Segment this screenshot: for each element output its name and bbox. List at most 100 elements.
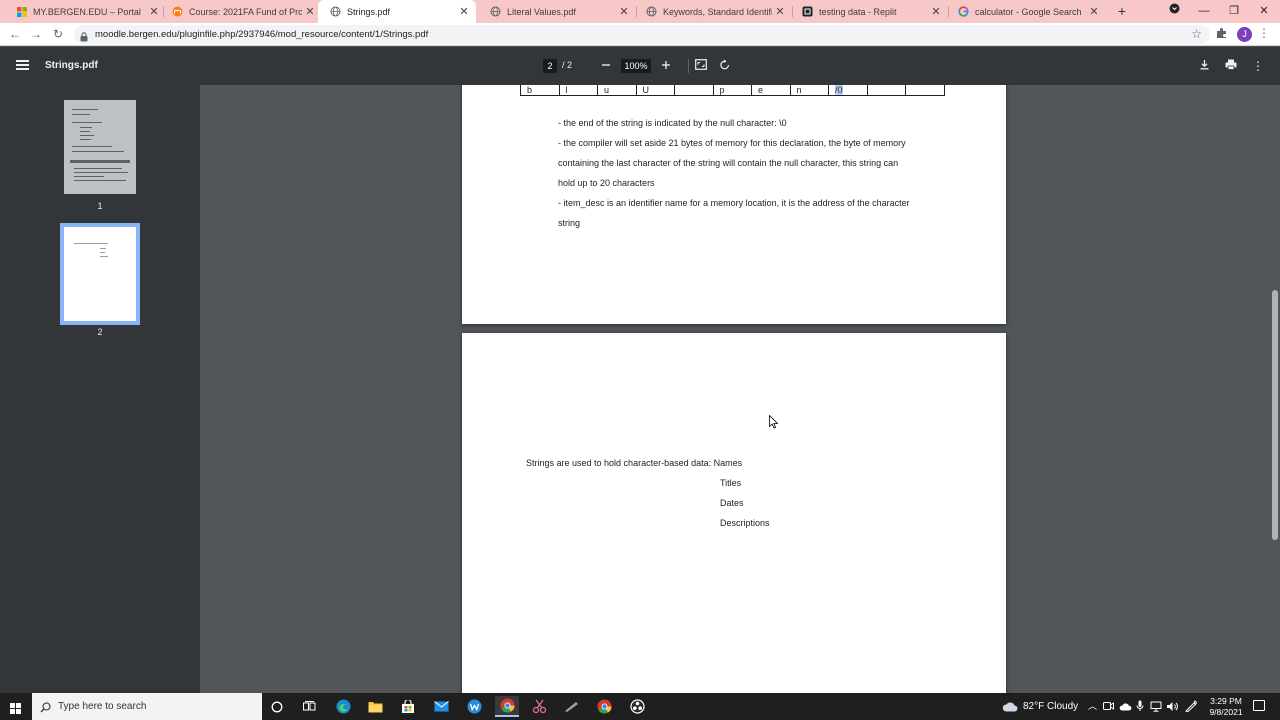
start-button[interactable]	[10, 701, 21, 714]
vertical-scrollbar[interactable]	[1270, 85, 1280, 693]
webex-icon	[467, 699, 481, 714]
scrollbar-thumb[interactable]	[1272, 290, 1278, 540]
plus-icon	[662, 61, 670, 69]
tab-search-button[interactable]	[1158, 0, 1190, 23]
restore-button[interactable]: ❐	[1218, 0, 1250, 23]
webex-app[interactable]	[462, 696, 486, 717]
pen-tool-icon	[564, 702, 578, 712]
table-cell: U	[635, 85, 675, 96]
fit-page-button[interactable]	[694, 59, 708, 73]
close-icon[interactable]: ✕	[456, 5, 472, 18]
tab-portal[interactable]: MY.BERGEN.EDU – Portal ✕	[4, 0, 166, 23]
tab-title: Literal Values.pdf	[507, 6, 576, 17]
task-view-button[interactable]	[297, 696, 321, 717]
thumbnail-label: 2	[97, 327, 103, 337]
weather-widget[interactable]: 82°F Cloudy	[1002, 693, 1078, 720]
extensions-icon[interactable]	[1216, 27, 1228, 42]
tab-title: Course: 2021FA Fund of Program	[189, 6, 302, 17]
close-icon[interactable]: ✕	[302, 5, 318, 18]
omnibox[interactable]: moodle.bergen.edu/pluginfile.php/2937946…	[74, 25, 1210, 44]
rotate-icon	[720, 59, 730, 70]
document-viewer[interactable]: b l u U p e n /0 - the end of the string…	[200, 85, 1270, 693]
chrome-app-2[interactable]	[592, 696, 616, 717]
volume-icon[interactable]	[1166, 693, 1179, 720]
print-button[interactable]	[1224, 59, 1238, 73]
tool-app[interactable]	[559, 696, 583, 717]
more-actions-icon[interactable]: ⋮	[1251, 59, 1265, 73]
pdf-page-1: b l u U p e n /0 - the end of the string…	[462, 85, 1006, 324]
close-window-button[interactable]: ✕	[1248, 0, 1280, 23]
chrome-app-active[interactable]	[495, 696, 519, 717]
zoom-in-button[interactable]	[659, 59, 673, 73]
scissors-icon	[532, 699, 546, 714]
tab-literal-values[interactable]: Literal Values.pdf ✕	[478, 0, 636, 23]
document-title: Strings.pdf	[45, 60, 98, 71]
system-clock[interactable]: 3:29 PM 9/8/2021	[1200, 696, 1252, 718]
tab-title: Strings.pdf	[347, 6, 391, 17]
screen: MY.BERGEN.EDU – Portal ✕ Course: 2021FA …	[0, 0, 1280, 720]
tab-course[interactable]: Course: 2021FA Fund of Program ✕	[160, 0, 322, 23]
back-button[interactable]: ←	[8, 27, 22, 41]
tab-replit[interactable]: testing data - Replit ✕	[790, 0, 948, 23]
taskbar-search[interactable]: Type here to search	[32, 693, 262, 720]
page-thumbnail-2[interactable]	[60, 223, 140, 325]
file-explorer-app[interactable]	[363, 696, 387, 717]
windows-logo-icon	[10, 703, 21, 714]
snip-app[interactable]	[527, 696, 551, 717]
table-cell	[674, 85, 714, 96]
thumbnail-label: 1	[97, 201, 103, 211]
microphone-icon[interactable]	[1136, 693, 1144, 720]
obs-app[interactable]	[625, 696, 649, 717]
close-icon[interactable]: ✕	[772, 5, 788, 18]
table-cell: e	[751, 85, 791, 96]
forward-button[interactable]: →	[29, 27, 43, 41]
page-thumbnail-1[interactable]	[64, 100, 136, 194]
url-text: moodle.bergen.edu/pluginfile.php/2937946…	[95, 29, 429, 40]
tab-strings-pdf[interactable]: Strings.pdf ✕	[318, 0, 476, 23]
edge-app[interactable]	[331, 696, 355, 717]
print-icon	[1225, 59, 1237, 70]
folder-icon	[368, 702, 382, 713]
new-tab-button[interactable]: +	[1114, 3, 1130, 19]
store-app[interactable]	[396, 696, 420, 717]
show-hidden-icons[interactable]: ︿	[1088, 693, 1097, 720]
close-icon[interactable]: ✕	[616, 5, 632, 18]
reload-button[interactable]: ↻	[51, 27, 65, 41]
zoom-level-input[interactable]: 100%	[621, 59, 651, 73]
download-button[interactable]	[1197, 59, 1211, 73]
chrome-icon	[500, 698, 514, 713]
page-number-input[interactable]: 2	[543, 59, 557, 73]
pen-workspace-icon[interactable]	[1185, 693, 1198, 720]
chrome-icon	[597, 699, 611, 714]
zoom-out-button[interactable]	[599, 59, 613, 73]
menu-icon[interactable]	[16, 60, 29, 70]
tab-google-search[interactable]: calculator - Google Search ✕	[946, 0, 1106, 23]
fit-to-page-icon	[695, 59, 707, 70]
tab-title: testing data - Replit	[819, 6, 897, 17]
tab-keywords[interactable]: Keywords, Standard Identifiers, P ✕	[634, 0, 792, 23]
body-line: - the compiler will set aside 21 bytes o…	[558, 138, 906, 148]
minimize-button[interactable]: —	[1188, 0, 1220, 23]
mail-icon	[433, 701, 449, 712]
browser-menu-icon[interactable]: ⋮	[1258, 26, 1270, 40]
close-icon[interactable]: ✕	[1086, 5, 1102, 18]
close-icon[interactable]: ✕	[928, 5, 944, 18]
lock-icon[interactable]	[80, 29, 88, 47]
search-placeholder: Type here to search	[58, 701, 147, 712]
search-icon	[40, 700, 51, 718]
tab-title: calculator - Google Search	[975, 6, 1082, 17]
profile-avatar[interactable]: J	[1237, 27, 1252, 42]
globe-icon	[490, 6, 501, 17]
meet-now-icon[interactable]	[1103, 693, 1114, 720]
notifications-icon[interactable]	[1253, 700, 1265, 711]
onedrive-icon[interactable]	[1119, 693, 1132, 720]
string-char-table: b l u U p e n /0	[520, 85, 945, 96]
cortana-button[interactable]	[265, 696, 289, 717]
globe-icon	[646, 6, 657, 17]
bookmark-star-icon[interactable]: ☆	[1191, 27, 1202, 41]
body-line: - the end of the string is indicated by …	[558, 118, 787, 128]
rotate-button[interactable]	[718, 59, 732, 73]
table-cell: n	[789, 85, 829, 96]
mail-app[interactable]	[429, 696, 453, 717]
network-icon[interactable]	[1150, 693, 1162, 720]
